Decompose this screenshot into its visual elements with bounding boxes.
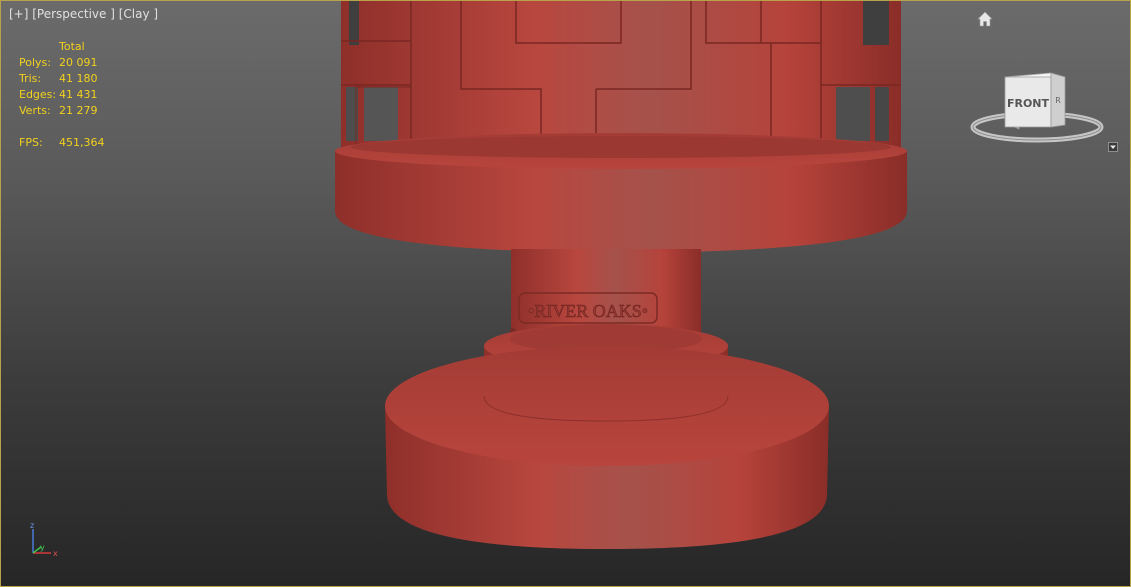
stats-row-polys: Polys: 20 091 [19,56,98,69]
viewcube[interactable]: FRONT R [969,65,1105,149]
stats-row-verts: Verts: 21 279 [19,104,98,117]
dropdown-arrow-icon[interactable] [1108,142,1118,152]
axis-tripod: z x y [30,521,58,558]
stats-header: Total [59,40,85,53]
home-icon[interactable] [977,11,993,27]
engraving-text: •RIVER OAKS• [528,301,648,321]
viewcube-right-face: R [1055,96,1061,105]
collar-ring [335,133,907,253]
axis-x-label: x [53,549,58,558]
clay-model-render: •RIVER OAKS• [335,1,907,549]
upper-tower [341,1,901,152]
stats-row-fps: FPS: 451,364 [19,136,105,149]
axis-z-label: z [30,521,34,530]
base-disc [385,346,829,549]
stats-row-edges: Edges: 41 431 [19,88,98,101]
statistics-overlay: Total Polys: 20 091 Tris: 41 180 Edges: 41 … [19,39,105,151]
axis-y-label: y [40,543,45,552]
stats-row-tris: Tris: 41 180 [19,72,98,85]
viewport-label[interactable]: [+] [Perspective ] [Clay ] [9,7,158,21]
perspective-viewport[interactable]: •RIVER OAKS• [+] [Perspective ] [Clay ] … [0,0,1131,587]
viewcube-front-face: FRONT [1007,97,1050,110]
